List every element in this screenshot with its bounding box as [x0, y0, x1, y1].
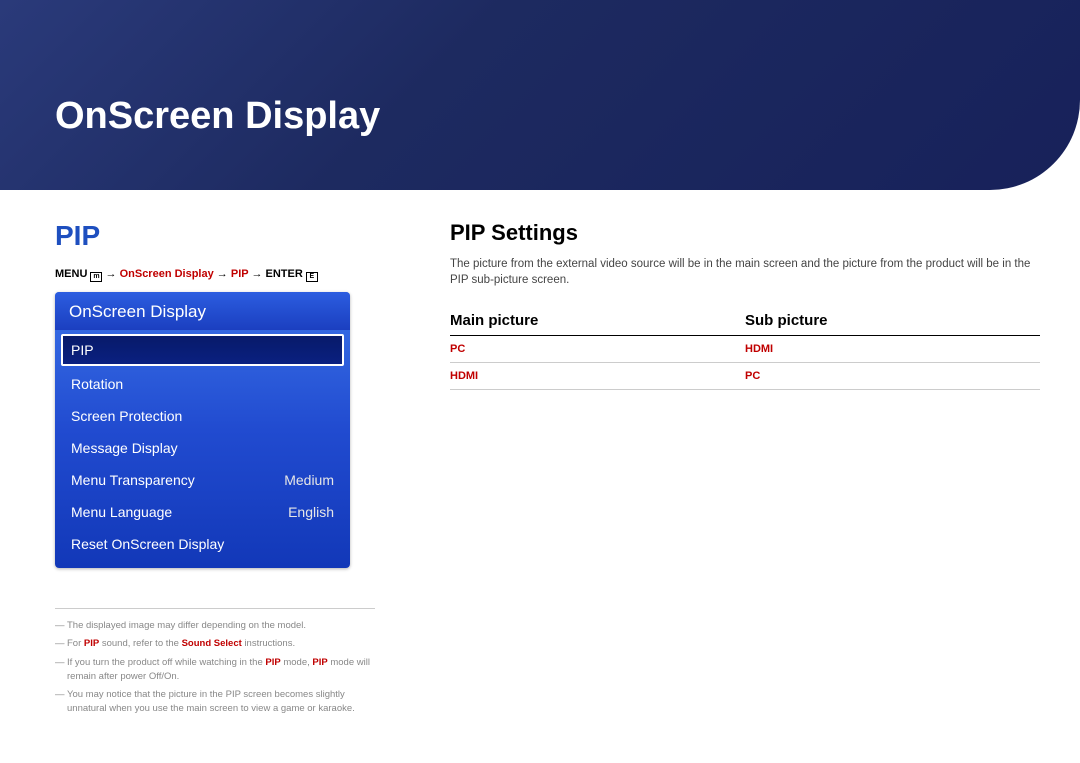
menu-widget-title: OnScreen Display [55, 292, 350, 330]
dash-icon: ― [55, 619, 67, 633]
menu-item-value: English [288, 504, 334, 520]
footnote-part: If you turn the product off while watchi… [67, 657, 265, 668]
footnote-part: sound, refer to the [99, 638, 181, 649]
osd-menu-widget: OnScreen Display PIP Rotation Screen Pro… [55, 292, 350, 568]
menu-item-label: Menu Transparency [71, 472, 195, 488]
footnotes: ― The displayed image may differ dependi… [55, 608, 375, 717]
left-column: PIP MENU m → OnScreen Display → PIP → EN… [55, 220, 395, 721]
dash-icon: ― [55, 656, 67, 685]
menu-item-menu-language[interactable]: Menu Language English [61, 496, 344, 528]
footnote-text: If you turn the product off while watchi… [67, 656, 375, 685]
table-cell: PC [745, 363, 1040, 390]
table-row: HDMI PC [450, 363, 1040, 390]
table-row: PC HDMI [450, 336, 1040, 363]
footnote-text: You may notice that the picture in the P… [67, 688, 375, 717]
table-cell: PC [450, 336, 745, 363]
breadcrumb-osd: OnScreen Display [120, 268, 214, 280]
footnote-highlight: PIP [84, 638, 99, 649]
page-title: OnScreen Display [55, 95, 1080, 138]
footnote: ― The displayed image may differ dependi… [55, 619, 375, 633]
menu-item-label: Message Display [71, 440, 178, 456]
pip-settings-description: The picture from the external video sour… [450, 256, 1040, 288]
menu-item-label: Rotation [71, 376, 123, 392]
dash-icon: ― [55, 637, 67, 651]
menu-widget-body: PIP Rotation Screen Protection Message D… [55, 330, 350, 560]
footnote: ― You may notice that the picture in the… [55, 688, 375, 717]
table-cell: HDMI [450, 363, 745, 390]
breadcrumb-enter: ENTER [266, 268, 303, 280]
menu-item-pip[interactable]: PIP [61, 334, 344, 366]
footnote-part: mode, [281, 657, 313, 668]
pip-settings-heading: PIP Settings [450, 220, 1040, 246]
arrow-icon: → [251, 268, 262, 280]
content-area: PIP MENU m → OnScreen Display → PIP → EN… [55, 220, 1040, 721]
menu-item-value: Medium [284, 472, 334, 488]
menu-item-label: Menu Language [71, 504, 172, 520]
header-banner: OnScreen Display [0, 0, 1080, 190]
menu-icon: m [90, 272, 102, 282]
footnote-highlight: PIP [265, 657, 280, 668]
menu-item-rotation[interactable]: Rotation [61, 368, 344, 400]
arrow-icon: → [217, 268, 228, 280]
breadcrumb-menu: MENU [55, 268, 87, 280]
breadcrumb: MENU m → OnScreen Display → PIP → ENTER … [55, 268, 395, 282]
menu-item-screen-protection[interactable]: Screen Protection [61, 400, 344, 432]
footnote: ― If you turn the product off while watc… [55, 656, 375, 685]
footnote: ― For PIP sound, refer to the Sound Sele… [55, 637, 375, 651]
section-title-pip: PIP [55, 220, 395, 252]
table-header-main: Main picture [450, 306, 745, 336]
arrow-icon: → [106, 268, 117, 280]
source-table: Main picture Sub picture PC HDMI HDMI PC [450, 306, 1040, 390]
breadcrumb-pip: PIP [231, 268, 249, 280]
menu-item-label: Screen Protection [71, 408, 182, 424]
menu-item-label: Reset OnScreen Display [71, 536, 224, 552]
enter-icon: E [306, 272, 318, 282]
footnote-highlight: Sound Select [182, 638, 242, 649]
menu-item-reset-osd[interactable]: Reset OnScreen Display [61, 528, 344, 560]
footnote-text: For PIP sound, refer to the Sound Select… [67, 637, 295, 651]
right-column: PIP Settings The picture from the extern… [395, 220, 1040, 721]
table-cell: HDMI [745, 336, 1040, 363]
dash-icon: ― [55, 688, 67, 717]
footnote-text: The displayed image may differ depending… [67, 619, 306, 633]
menu-item-label: PIP [71, 342, 94, 358]
menu-item-message-display[interactable]: Message Display [61, 432, 344, 464]
footnote-highlight: PIP [312, 657, 327, 668]
table-header-sub: Sub picture [745, 306, 1040, 336]
menu-item-menu-transparency[interactable]: Menu Transparency Medium [61, 464, 344, 496]
footnote-part: instructions. [242, 638, 295, 649]
footnote-part: For [67, 638, 84, 649]
